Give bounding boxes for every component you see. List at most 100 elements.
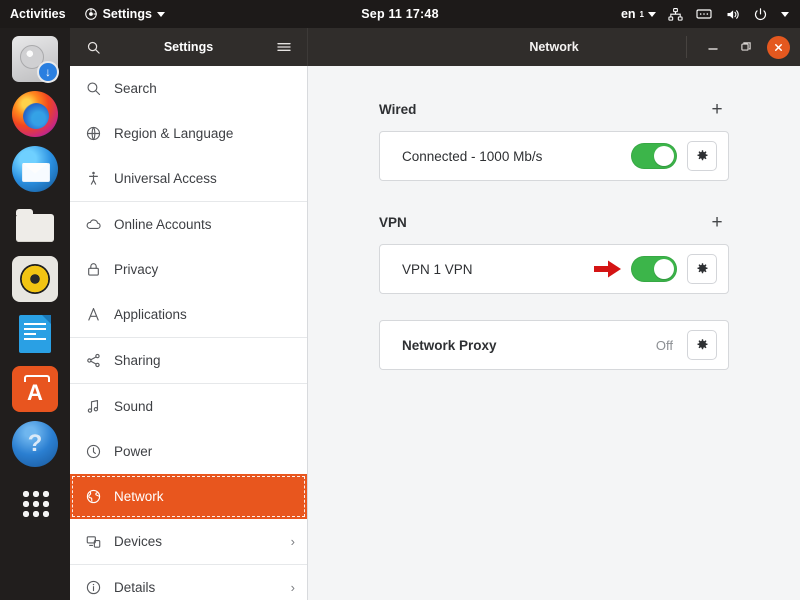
- info-icon: [84, 579, 102, 597]
- chevron-down-icon: [156, 11, 165, 17]
- input-source-index: 1: [639, 9, 644, 19]
- add-connection-button[interactable]: +: [705, 97, 729, 121]
- system-menu-chevron-icon[interactable]: [776, 0, 794, 28]
- sidebar-item-label: Privacy: [114, 262, 159, 277]
- close-button[interactable]: [767, 35, 790, 59]
- files-folder-icon[interactable]: [12, 201, 58, 247]
- globe-icon: [84, 125, 102, 143]
- chevron-right-icon: ›: [290, 534, 295, 549]
- power-icon: [84, 443, 102, 461]
- sidebar-item-label: Search: [114, 81, 157, 96]
- connection-card: VPN 1 VPN: [379, 244, 729, 294]
- maximize-button[interactable]: [734, 35, 758, 59]
- sidebar-item-region-language[interactable]: Region & Language: [70, 111, 307, 156]
- sidebar-item-label: Online Accounts: [114, 217, 212, 232]
- firefox-icon[interactable]: [12, 91, 58, 137]
- add-connection-button[interactable]: +: [705, 210, 729, 234]
- show-applications-grid-icon[interactable]: [12, 480, 58, 526]
- help-icon[interactable]: ?: [12, 421, 58, 467]
- window-body: Search Region & Language Universal Access O…: [70, 66, 800, 600]
- libreoffice-writer-icon[interactable]: [12, 311, 58, 357]
- settings-sidebar[interactable]: Search Region & Language Universal Access O…: [70, 66, 308, 600]
- sidebar-item-label: Details: [114, 580, 156, 595]
- sidebar-item-privacy[interactable]: Privacy: [70, 247, 307, 292]
- applications-icon: [84, 306, 102, 324]
- network-row: VPN 1 VPN: [380, 245, 728, 293]
- sidebar-item-search[interactable]: Search: [70, 66, 307, 111]
- sidebar-item-applications[interactable]: Applications: [70, 292, 307, 337]
- accessibility-icon: [84, 170, 102, 188]
- rhythmbox-icon[interactable]: [12, 256, 58, 302]
- row-settings-gear-icon[interactable]: [687, 330, 717, 360]
- network-toggle-switch[interactable]: [631, 256, 677, 282]
- minimize-button[interactable]: [701, 35, 725, 59]
- devices-icon: [84, 533, 102, 551]
- toggle-knob: [654, 259, 674, 279]
- search-icon[interactable]: [80, 34, 106, 60]
- window-controls: [686, 35, 790, 59]
- keyboard-icon[interactable]: [691, 0, 717, 28]
- activities-button[interactable]: Activities: [0, 0, 75, 28]
- section-header: Wired +: [379, 94, 729, 124]
- sidebar-item-label: Sharing: [114, 353, 161, 368]
- download-badge-icon: ↓: [37, 61, 59, 83]
- search-icon: [84, 80, 102, 98]
- network-toggle-switch[interactable]: [631, 143, 677, 169]
- sidebar-item-label: Power: [114, 444, 153, 459]
- sidebar-item-sharing[interactable]: Sharing: [70, 338, 307, 383]
- network-sections: Wired + Connected - 1000 Mb/s VPN + VPN 1 VPN…: [379, 66, 729, 370]
- chevron-down-icon: [648, 11, 656, 17]
- network-sitemap-icon[interactable]: [663, 0, 688, 28]
- sidebar-item-online-accounts[interactable]: Online Accounts: [70, 202, 307, 247]
- settings-gear-icon: [84, 7, 98, 21]
- sidebar-item-universal-access[interactable]: Universal Access: [70, 156, 307, 201]
- input-source-label: en: [620, 7, 636, 21]
- thunderbird-mail-icon[interactable]: [12, 146, 58, 192]
- network-proxy-card: Network Proxy Off: [379, 320, 729, 370]
- ubuntu-dock: ↓ ?: [0, 28, 70, 600]
- network-globe-icon: [84, 488, 102, 506]
- network-row-label: VPN 1 VPN: [402, 261, 473, 277]
- sidebar-item-devices[interactable]: Devices ›: [70, 519, 307, 564]
- sidebar-item-network[interactable]: Network: [70, 474, 307, 519]
- network-row-status: Off: [655, 337, 673, 353]
- row-settings-gear-icon[interactable]: [687, 141, 717, 171]
- section-header: VPN +: [379, 207, 729, 237]
- chevron-right-icon: ›: [290, 580, 295, 595]
- sound-note-icon: [84, 398, 102, 416]
- install-ubuntu-disk-icon[interactable]: ↓: [12, 36, 59, 83]
- sidebar-item-label: Universal Access: [114, 171, 217, 186]
- cloud-icon: [84, 216, 102, 234]
- sidebar-item-label: Region & Language: [114, 126, 234, 141]
- sidebar-item-details[interactable]: Details ›: [70, 565, 307, 600]
- red-annotation-arrow-icon: [593, 258, 623, 280]
- network-panel: Wired + Connected - 1000 Mb/s VPN + VPN 1 VPN…: [308, 66, 800, 600]
- sidebar-item-power[interactable]: Power: [70, 429, 307, 474]
- input-source-indicator[interactable]: en 1: [617, 7, 660, 21]
- sidebar-title: Settings: [163, 40, 214, 54]
- app-menu-button[interactable]: Settings: [75, 0, 174, 28]
- toggle-knob: [654, 146, 674, 166]
- lock-icon: [84, 261, 102, 279]
- status-area: en 1: [617, 0, 794, 28]
- volume-icon[interactable]: [720, 0, 745, 28]
- share-icon: [84, 352, 102, 370]
- sidebar-headerbar: Settings: [70, 28, 308, 66]
- main-headerbar: Network: [308, 28, 800, 66]
- app-menu-label: Settings: [102, 7, 152, 21]
- sidebar-item-label: Applications: [114, 307, 187, 322]
- hamburger-menu-icon[interactable]: [271, 34, 297, 60]
- sidebar-item-label: Devices: [114, 534, 163, 549]
- power-icon[interactable]: [748, 0, 773, 28]
- ubuntu-software-icon[interactable]: [12, 366, 58, 412]
- section-title: VPN: [379, 214, 407, 230]
- sidebar-item-sound[interactable]: Sound: [70, 384, 307, 429]
- desktop-screen: Activities Settings Sep 11 17:48 en 1 ↓ …: [0, 0, 800, 600]
- window-headerbar: Settings Network: [70, 28, 800, 66]
- connection-card: Connected - 1000 Mb/s: [379, 131, 729, 181]
- network-row: Network Proxy Off: [380, 321, 728, 369]
- gnome-top-bar: Activities Settings Sep 11 17:48 en 1: [0, 0, 800, 28]
- row-settings-gear-icon[interactable]: [687, 254, 717, 284]
- network-row-label: Network Proxy: [402, 337, 497, 353]
- network-row-label: Connected - 1000 Mb/s: [402, 148, 543, 164]
